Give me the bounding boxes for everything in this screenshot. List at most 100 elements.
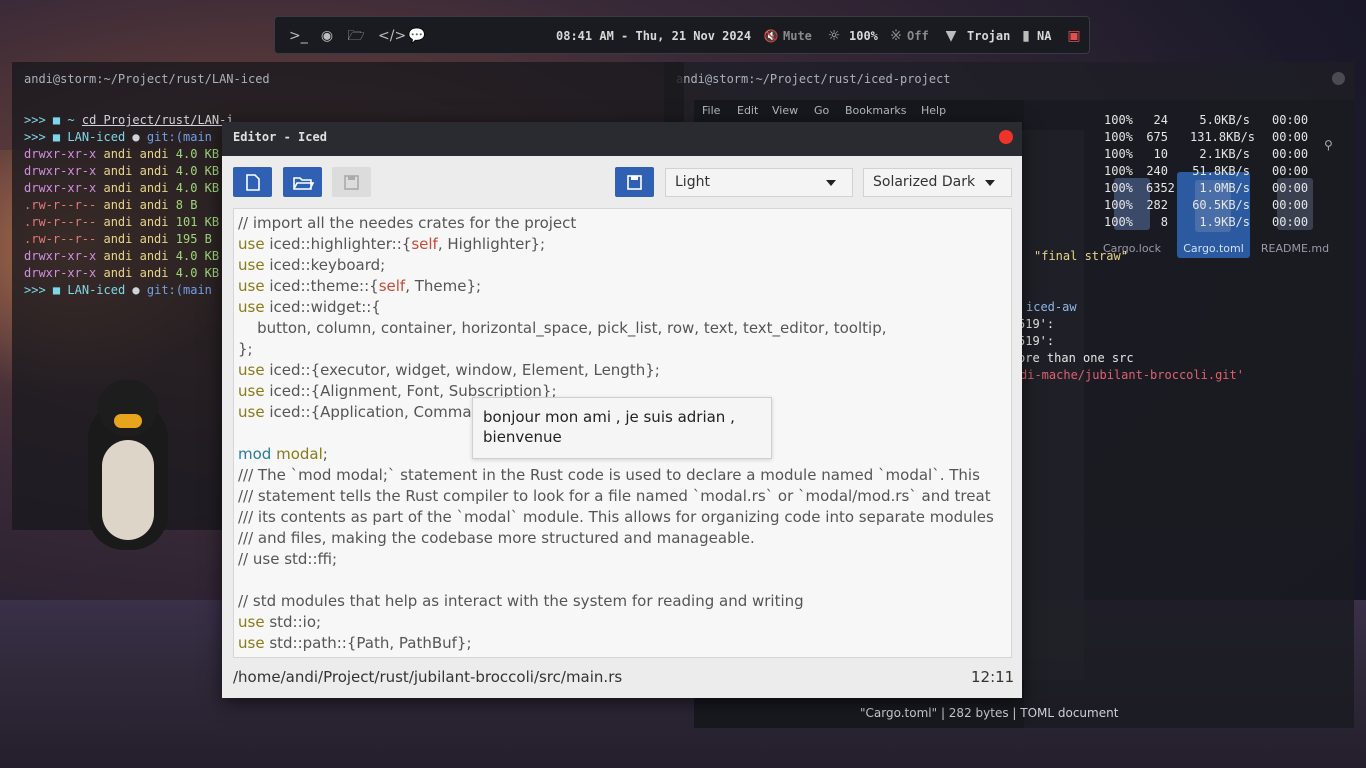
- terminal-perm: drwxr-xr-x: [24, 266, 97, 280]
- terminal-text: 519':: [1018, 334, 1055, 348]
- editor-window[interactable]: Editor - Iced Light Solarized Dark // im…: [222, 122, 1022, 698]
- terminal-line: >>> ■ ~ cd Project/rust/LAN-i: [24, 113, 234, 127]
- terminal-text: ore than one src: [1018, 351, 1134, 365]
- terminal-user: andi andi: [103, 232, 169, 246]
- brightness-value[interactable]: 100%: [849, 17, 878, 55]
- close-icon[interactable]: [1332, 72, 1345, 85]
- menu-help[interactable]: Help: [921, 104, 946, 117]
- menu-bookmarks[interactable]: Bookmarks: [845, 104, 906, 117]
- code-line: use std::path::{Path, PathBuf};: [238, 634, 472, 652]
- fm-search-icon[interactable]: ⚲: [1324, 138, 1338, 152]
- menu-go[interactable]: Go: [814, 104, 829, 117]
- code-line: use iced::highlighter::{self, Highlighte…: [238, 235, 546, 253]
- terminal-line: >>> ■ LAN-iced ● git:(main: [24, 283, 212, 297]
- volume-status[interactable]: Mute: [783, 17, 812, 55]
- terminal-line: .rw-r--r-- andi andi 8 B: [24, 198, 197, 212]
- browser-icon[interactable]: ◉: [318, 27, 336, 45]
- transfer-cell: 00:00: [1272, 215, 1309, 229]
- terminal-perm: drwxr-xr-x: [24, 249, 97, 263]
- datetime[interactable]: 08:41 AM - Thu, 21 Nov 2024: [556, 17, 751, 55]
- picklist-value: Light: [675, 174, 710, 190]
- transfer-cell: 2.1KB/s: [1199, 147, 1250, 161]
- menu-view[interactable]: View: [772, 104, 798, 117]
- transfer-cell: 00:00: [1272, 130, 1309, 144]
- volume-muted-icon[interactable]: 🔇: [762, 27, 780, 45]
- code-line: use iced::keyboard;: [238, 256, 386, 274]
- close-icon[interactable]: [999, 130, 1013, 144]
- transfer-cell: 100%: [1104, 164, 1133, 178]
- transfer-cell: 24: [1153, 113, 1168, 127]
- terminal-prompt: >>>: [24, 113, 46, 127]
- transfer-cell: 100%: [1104, 215, 1133, 229]
- open-file-button[interactable]: [283, 167, 322, 197]
- menu-file[interactable]: File: [702, 104, 720, 117]
- terminal-size: 101 KB: [175, 215, 220, 229]
- language-picklist[interactable]: Light: [665, 168, 853, 197]
- code-line: /// and files, making the codebase more …: [238, 529, 755, 547]
- bluetooth-status[interactable]: Off: [907, 17, 929, 55]
- terminal-line: .rw-r--r-- andi andi 195 B: [24, 232, 212, 246]
- code-line: use iced::{executor, widget, window, Ele…: [238, 361, 660, 379]
- terminal-git: git:(main: [146, 130, 212, 144]
- wifi-network[interactable]: Trojan: [967, 17, 1010, 55]
- code-line: /// its contents as part of the `modal` …: [238, 508, 994, 526]
- terminal-size: 195 B: [175, 232, 212, 246]
- transfer-cell: 675: [1146, 130, 1168, 144]
- status-bar: >_ ◉ 🗁 </> 💬 08:41 AM - Thu, 21 Nov 2024…: [274, 16, 1090, 54]
- transfer-cell: 100%: [1104, 147, 1133, 161]
- code-line: mod modal;: [238, 445, 328, 463]
- battery-icon[interactable]: ▮: [1017, 27, 1035, 45]
- folder-icon[interactable]: 🗁: [347, 27, 365, 45]
- transfer-cell: 100%: [1104, 113, 1133, 127]
- terminal-user: andi andi: [103, 147, 169, 161]
- terminal-text: di-mache/jubilant-broccoli.git': [1020, 368, 1244, 382]
- terminal-line: drwxr-xr-x andi andi 4.0 KB: [24, 266, 219, 280]
- folder-open-icon: [293, 177, 315, 190]
- transfer-cell: 100%: [1104, 130, 1133, 144]
- code-editor-icon[interactable]: </>: [378, 27, 406, 45]
- terminal-title: andi@storm:~/Project/rust/iced-project: [676, 72, 951, 86]
- menu-edit[interactable]: Edit: [737, 104, 758, 117]
- transfer-cell: 240: [1146, 164, 1168, 178]
- terminal-line: drwxr-xr-x andi andi 4.0 KB: [24, 181, 219, 195]
- code-line: /// statement tells the Rust compiler to…: [238, 487, 991, 505]
- theme-picklist[interactable]: Solarized Dark: [863, 168, 1012, 197]
- power-icon[interactable]: ▣: [1065, 27, 1083, 45]
- wifi-icon[interactable]: ▼: [942, 27, 960, 45]
- brightness-icon[interactable]: ☼: [825, 27, 843, 45]
- transfer-cell: 51.8KB/s: [1192, 164, 1250, 178]
- transfer-cell: 131.8KB/s: [1190, 130, 1256, 144]
- save-button[interactable]: [615, 167, 654, 197]
- transfer-cell: 00:00: [1272, 198, 1309, 212]
- file-name: Cargo.toml: [1183, 242, 1244, 255]
- code-line: // use std::ffi;: [238, 550, 338, 568]
- terminal-icon[interactable]: >_: [289, 27, 308, 45]
- editor-titlebar[interactable]: Editor - Iced: [222, 122, 1022, 156]
- terminal-perm: drwxr-xr-x: [24, 181, 97, 195]
- bluetooth-icon[interactable]: ※: [887, 27, 905, 45]
- code-line: button, column, container, horizontal_sp…: [238, 319, 887, 337]
- code-line: };: [238, 340, 253, 358]
- editor-title: Editor - Iced: [233, 130, 327, 144]
- battery-status[interactable]: NA: [1037, 17, 1051, 55]
- penguin-plush: [88, 380, 168, 550]
- terminal-size: 4.0 KB: [175, 147, 220, 161]
- terminal-line: .rw-r--r-- andi andi 101 KB: [24, 215, 219, 229]
- save-button-disabled[interactable]: [332, 167, 371, 197]
- terminal-size: 4.0 KB: [175, 164, 220, 178]
- terminal-size: 8 B: [175, 198, 198, 212]
- terminal-user: andi andi: [103, 266, 169, 280]
- terminal-perm: .rw-r--r--: [24, 232, 97, 246]
- save-icon: [344, 175, 359, 190]
- new-file-button[interactable]: [233, 167, 272, 197]
- terminal-size: 4.0 KB: [175, 249, 220, 263]
- cursor-position: 12:11: [971, 668, 1015, 686]
- transfer-cell: 00:00: [1272, 181, 1309, 195]
- terminal-perm: .rw-r--r--: [24, 215, 97, 229]
- terminal-title: andi@storm:~/Project/rust/LAN-iced: [24, 72, 270, 86]
- terminal-line: drwxr-xr-x andi andi 4.0 KB: [24, 147, 219, 161]
- terminal-dir: LAN-iced: [67, 130, 126, 144]
- transfer-cell: 00:00: [1272, 147, 1309, 161]
- chat-icon[interactable]: 💬: [408, 27, 426, 45]
- chevron-down-icon: [826, 180, 836, 186]
